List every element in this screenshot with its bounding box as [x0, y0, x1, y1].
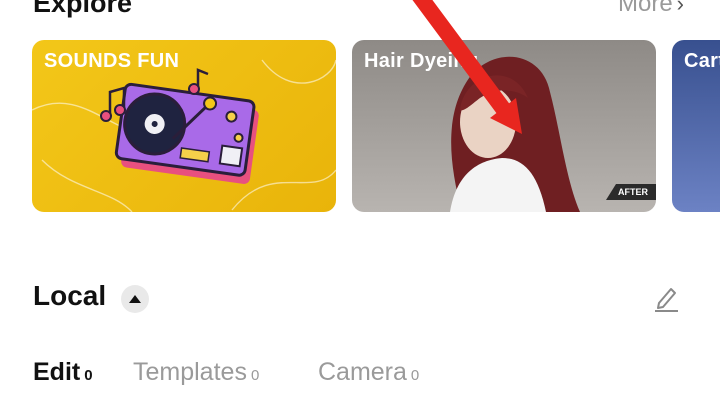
edit-button[interactable]	[652, 283, 680, 313]
explore-card-sounds-fun[interactable]: SOUNDS FUN	[32, 40, 336, 212]
pencil-icon	[655, 288, 678, 312]
tab-camera[interactable]: Camera 0	[318, 358, 419, 387]
local-title: Local	[33, 280, 107, 311]
card-title: Cartoon	[684, 50, 720, 72]
explore-card-hair-dyeing[interactable]: Hair Dyeing AFTER	[352, 40, 656, 212]
caret-up-icon	[129, 295, 141, 303]
tab-edit[interactable]: Edit 0	[33, 358, 93, 387]
explore-title: Explore	[33, 0, 133, 18]
collapse-button[interactable]	[121, 285, 149, 313]
explore-card-cartoon[interactable]: Cartoon	[672, 40, 720, 212]
tab-templates[interactable]: Templates 0	[133, 358, 259, 387]
card-title: Hair Dyeing	[364, 50, 479, 72]
tab-count: 0	[250, 367, 260, 384]
tab-label: Camera	[318, 358, 407, 386]
card-title: SOUNDS FUN	[44, 50, 180, 72]
more-label: More	[617, 0, 673, 17]
tab-label: Edit	[33, 358, 81, 386]
chevron-right-icon: ›	[676, 0, 684, 16]
more-link[interactable]: More ›	[618, 0, 684, 18]
tab-label: Templates	[133, 358, 247, 386]
tab-count: 0	[84, 367, 93, 384]
tab-count: 0	[410, 367, 420, 384]
